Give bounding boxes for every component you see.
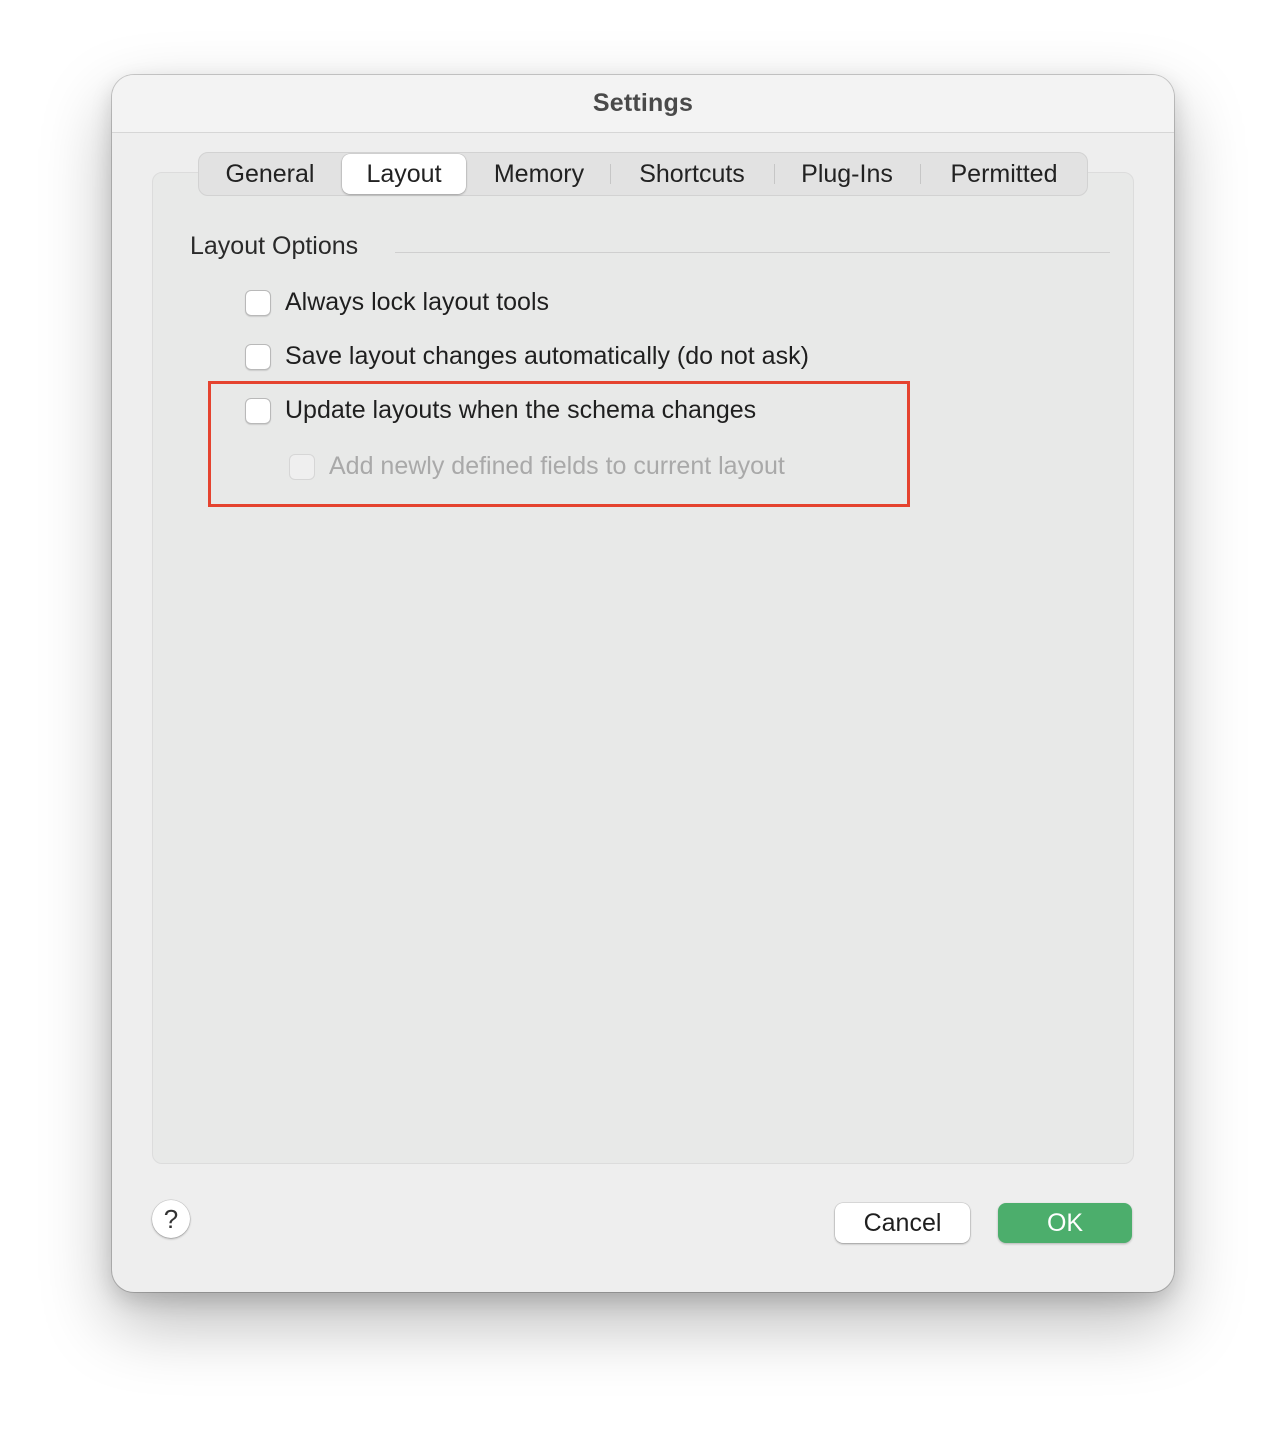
always-lock-layout-tools-label[interactable]: Always lock layout tools	[285, 288, 549, 317]
tab-plug-ins[interactable]: Plug-Ins	[775, 153, 919, 195]
highlight-box	[208, 381, 910, 507]
layout-options-heading: Layout Options	[190, 232, 359, 260]
cancel-button[interactable]: Cancel	[835, 1203, 970, 1243]
layout-tab-panel	[152, 172, 1134, 1164]
ok-button[interactable]: OK	[998, 1203, 1132, 1243]
window-title: Settings	[592, 89, 694, 117]
tab-permitted[interactable]: Permitted	[921, 153, 1087, 195]
tab-general[interactable]: General	[199, 153, 341, 195]
save-layout-changes-label[interactable]: Save layout changes automatically (do no…	[285, 342, 809, 371]
tab-bar: General Layout Memory Shortcuts Plug-Ins…	[198, 152, 1088, 196]
always-lock-layout-tools-checkbox[interactable]	[245, 290, 271, 316]
help-button[interactable]: ?	[152, 1200, 190, 1238]
settings-window: Settings General Layout Memory Shortcuts…	[112, 75, 1174, 1292]
section-divider	[395, 252, 1110, 253]
always-lock-layout-tools-option[interactable]: Always lock layout tools	[245, 288, 645, 320]
tab-layout[interactable]: Layout	[342, 154, 466, 194]
tab-memory[interactable]: Memory	[469, 153, 609, 195]
save-layout-changes-checkbox[interactable]	[245, 344, 271, 370]
tab-shortcuts[interactable]: Shortcuts	[611, 153, 773, 195]
title-bar[interactable]: Settings	[112, 75, 1174, 133]
save-layout-changes-option[interactable]: Save layout changes automatically (do no…	[245, 342, 905, 374]
